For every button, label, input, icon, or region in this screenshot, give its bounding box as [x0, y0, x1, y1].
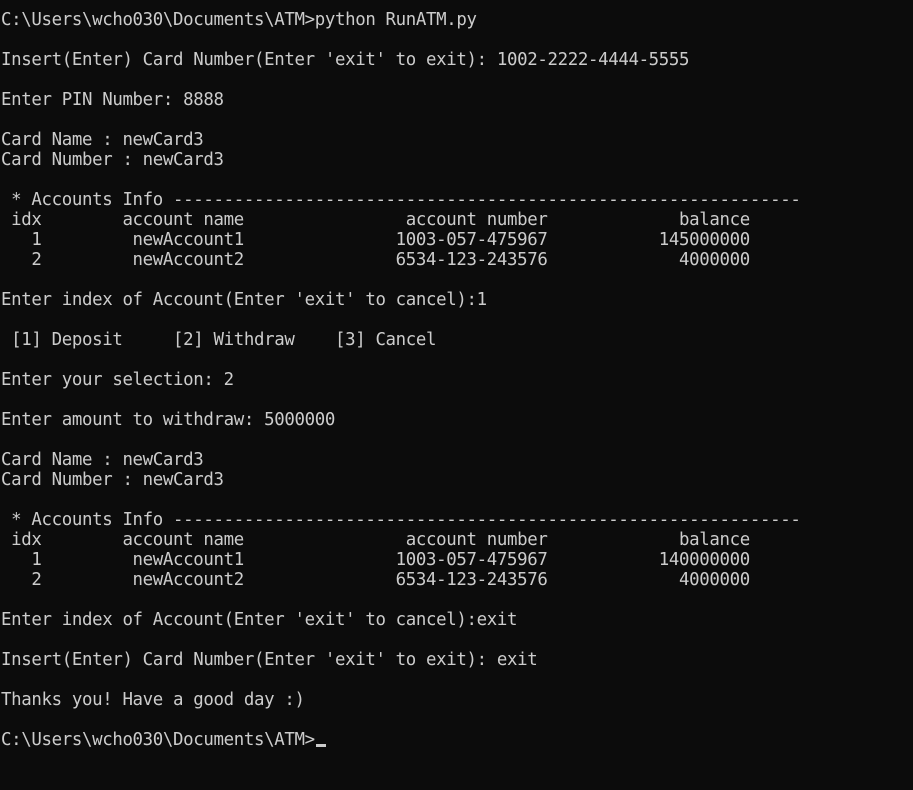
terminal-line-command: C:\Users\wcho030\Documents\ATM>python Ru…	[1, 10, 477, 30]
accounts-info-header: * Accounts Info ------------------------…	[1, 190, 801, 210]
terminal-line-card-name: Card Name : newCard3	[1, 450, 204, 470]
terminal-line-menu-options: [1] Deposit [2] Withdraw [3] Cancel	[1, 330, 437, 350]
terminal-line-card-number: Card Number : newCard3	[1, 470, 224, 490]
terminal-line-card-prompt: Insert(Enter) Card Number(Enter 'exit' t…	[1, 650, 538, 670]
accounts-table-row: 2 newAccount2 6534-123-243576 4000000	[1, 250, 750, 270]
terminal-window[interactable]: C:\Users\wcho030\Documents\ATM>python Ru…	[0, 0, 913, 790]
terminal-line-account-index-prompt: Enter index of Account(Enter 'exit' to c…	[1, 290, 487, 310]
accounts-table-row: 1 newAccount1 1003-057-475967 145000000	[1, 230, 750, 250]
accounts-table-row: 2 newAccount2 6534-123-243576 4000000	[1, 570, 750, 590]
terminal-line-pin-prompt: Enter PIN Number: 8888	[1, 90, 224, 110]
terminal-line-card-name: Card Name : newCard3	[1, 130, 204, 150]
accounts-table-header: idx account name account number balance	[1, 530, 750, 550]
terminal-prompt: C:\Users\wcho030\Documents\ATM>	[1, 730, 315, 750]
terminal-line-card-number: Card Number : newCard3	[1, 150, 224, 170]
terminal-line-account-index-prompt: Enter index of Account(Enter 'exit' to c…	[1, 610, 518, 630]
terminal-line-withdraw-prompt: Enter amount to withdraw: 5000000	[1, 410, 335, 430]
accounts-table-header: idx account name account number balance	[1, 210, 750, 230]
terminal-line-card-prompt: Insert(Enter) Card Number(Enter 'exit' t…	[1, 50, 690, 70]
accounts-table-row: 1 newAccount1 1003-057-475967 140000000	[1, 550, 750, 570]
text-cursor	[315, 744, 326, 747]
terminal-prompt-line[interactable]: C:\Users\wcho030\Documents\ATM>	[1, 730, 913, 750]
accounts-info-header: * Accounts Info ------------------------…	[1, 510, 801, 530]
terminal-line-selection-prompt: Enter your selection: 2	[1, 370, 234, 390]
terminal-line-goodbye: Thanks you! Have a good day :)	[1, 690, 305, 710]
